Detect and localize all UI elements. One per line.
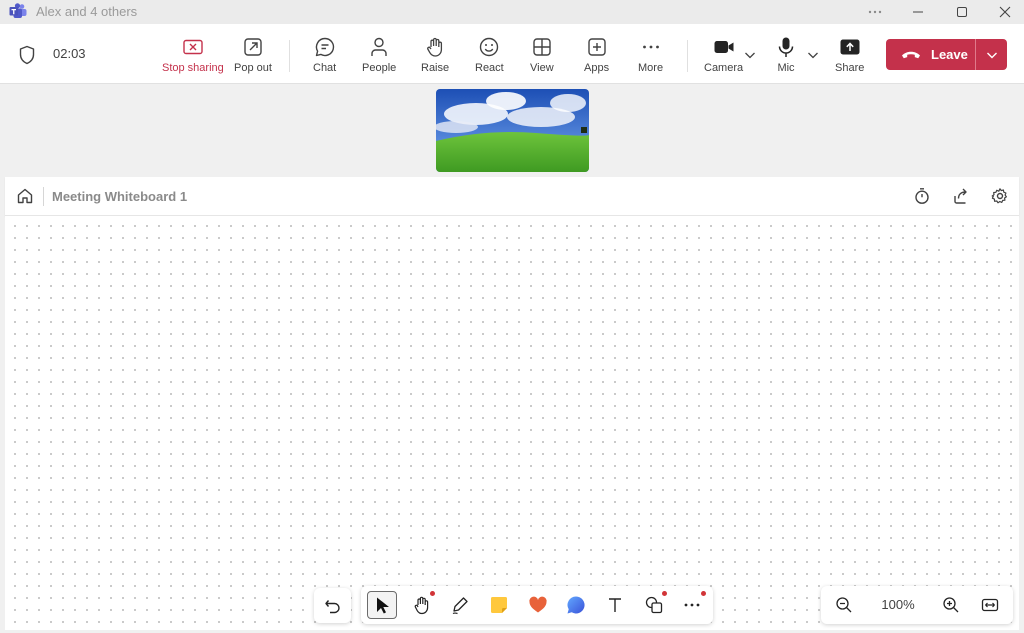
notification-dot: [430, 591, 435, 596]
more-label: More: [638, 62, 664, 74]
close-window-button[interactable]: [985, 0, 1024, 24]
react-label: React: [475, 62, 504, 74]
share-button[interactable]: Share: [835, 36, 864, 76]
minimize-icon: [913, 11, 923, 13]
teams-logo-icon: [9, 3, 27, 18]
person-icon: [371, 37, 387, 56]
hand-icon: [427, 37, 443, 57]
zoom-in-icon[interactable]: [942, 596, 960, 614]
grid-view-icon: [533, 38, 551, 56]
select-tool[interactable]: [367, 591, 397, 619]
apps-label: Apps: [584, 62, 610, 74]
undo-button[interactable]: [314, 588, 351, 623]
gear-icon[interactable]: [991, 187, 1009, 205]
people-label: People: [362, 62, 397, 74]
add-app-icon: [587, 38, 606, 56]
chat-button[interactable]: Chat: [313, 36, 336, 76]
timer-icon[interactable]: [913, 187, 931, 205]
smiley-icon: [480, 37, 499, 57]
share-screen-icon: [840, 39, 860, 55]
chat-icon: [315, 37, 334, 57]
leave-button-group: Leave: [886, 39, 1007, 70]
text-icon: [609, 598, 621, 612]
toolbar-divider: [289, 40, 290, 72]
zoom-toolbar: 100%: [821, 586, 1013, 624]
raise-hand-button[interactable]: Raise: [421, 36, 449, 76]
view-label: View: [530, 62, 554, 74]
window-title: Alex and 4 others: [36, 4, 138, 19]
more-actions-button[interactable]: More: [638, 36, 663, 76]
stop-sharing-label: Stop sharing: [162, 62, 224, 74]
pop-out-button[interactable]: Pop out: [234, 36, 272, 76]
more-horizontal-icon: [868, 10, 882, 14]
more-horizontal-icon: [642, 45, 659, 49]
whiteboard-tools-toolbar: [361, 586, 713, 624]
people-button[interactable]: People: [362, 36, 396, 76]
pan-tool[interactable]: [407, 591, 437, 619]
zoom-out-icon[interactable]: [835, 596, 853, 614]
hang-up-icon: [902, 51, 920, 58]
notification-dot: [701, 591, 706, 596]
share-icon[interactable]: [952, 187, 970, 205]
apps-button[interactable]: Apps: [584, 36, 609, 76]
whiteboard-canvas[interactable]: [5, 216, 1019, 630]
close-icon: [999, 6, 1011, 18]
pen-tool[interactable]: [445, 591, 475, 619]
meeting-timer: 02:03: [53, 46, 86, 61]
header-divider: [43, 187, 44, 206]
shapes-tool[interactable]: [639, 591, 669, 619]
more-horizontal-icon: [684, 603, 700, 607]
whiteboard-header: Meeting Whiteboard 1: [5, 177, 1019, 216]
leave-button[interactable]: Leave: [886, 39, 976, 70]
participant-video-tile[interactable]: [436, 89, 589, 172]
react-button[interactable]: React: [475, 36, 504, 76]
reactions-tool[interactable]: [523, 591, 553, 619]
toolbar-divider: [687, 40, 688, 72]
minimize-button[interactable]: [898, 0, 938, 24]
home-icon[interactable]: [16, 187, 34, 205]
hand-icon: [414, 596, 429, 615]
text-tool[interactable]: [600, 591, 630, 619]
stop-share-icon: [183, 39, 203, 55]
zoom-level: 100%: [881, 597, 915, 612]
window-more-button[interactable]: [855, 0, 895, 24]
chat-bubble-icon: [567, 596, 585, 614]
maximize-icon: [957, 7, 967, 17]
leave-label: Leave: [931, 47, 968, 62]
camera-button[interactable]: Camera: [704, 36, 743, 76]
microphone-icon: [778, 37, 794, 57]
shapes-icon: [645, 596, 663, 614]
maximize-button[interactable]: [942, 0, 982, 24]
raise-label: Raise: [421, 62, 450, 74]
camera-icon: [714, 41, 734, 53]
meeting-toolbar: 02:03 Stop sharing Pop out Chat People R…: [0, 24, 1024, 84]
notification-dot: [662, 591, 667, 596]
sticky-note-tool[interactable]: [484, 591, 514, 619]
pen-icon: [452, 597, 468, 615]
view-button[interactable]: View: [530, 36, 554, 76]
undo-icon: [325, 600, 340, 614]
share-label: Share: [835, 62, 865, 74]
fit-to-screen-icon[interactable]: [981, 596, 999, 614]
stop-sharing-button[interactable]: Stop sharing: [162, 36, 224, 76]
leave-options-button[interactable]: [976, 39, 1007, 70]
mic-label: Mic: [777, 62, 795, 74]
pop-out-icon: [244, 38, 262, 56]
heart-icon: [529, 596, 547, 613]
cursor-arrow-icon: [377, 597, 389, 614]
chat-label: Chat: [313, 62, 337, 74]
camera-options-chevron-icon[interactable]: [743, 48, 757, 62]
pop-out-label: Pop out: [234, 62, 272, 74]
window-titlebar: Alex and 4 others: [0, 0, 1024, 24]
mic-button[interactable]: Mic: [775, 36, 797, 76]
sticky-note-icon: [491, 597, 507, 613]
whiteboard-title: Meeting Whiteboard 1: [52, 189, 188, 204]
more-tools-button[interactable]: [677, 591, 707, 619]
mic-options-chevron-icon[interactable]: [806, 48, 820, 62]
shapes-bubble-tool[interactable]: [561, 591, 591, 619]
camera-label: Camera: [704, 62, 744, 74]
chevron-down-icon: [986, 52, 997, 58]
shield-icon[interactable]: [18, 45, 36, 65]
landscape-video-image: [436, 89, 589, 172]
